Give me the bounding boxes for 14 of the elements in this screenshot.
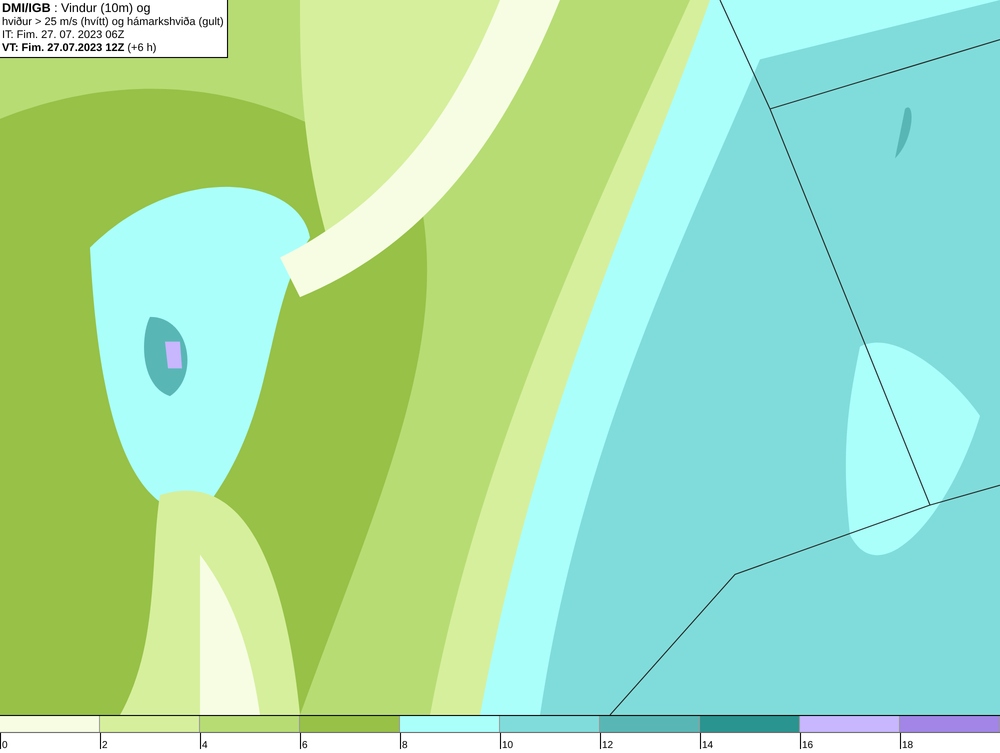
scale-label: 14	[701, 739, 714, 749]
scale-label: 6	[301, 739, 309, 749]
scale-label: 2	[101, 739, 109, 749]
info-text: VT: Fim. 27.07.2023 12Z (+6 h)	[2, 42, 158, 55]
info-text: hviður > 25 m/s (hvítt) og hámarkshviða (gult)	[2, 16, 224, 29]
scale-label: 18	[901, 739, 914, 749]
scale-label: 16	[801, 739, 814, 749]
scale-label: 0	[1, 739, 9, 749]
scale-label: 4	[201, 739, 209, 749]
scale-label: 8	[401, 739, 409, 749]
info-text: IT: Fim. 27. 07. 2023 06Z	[2, 29, 126, 42]
info-text: DMI/IGB : Vindur (10m) og	[2, 1, 152, 16]
scale-label: 12	[601, 739, 614, 749]
scale-label: 10	[501, 739, 514, 749]
